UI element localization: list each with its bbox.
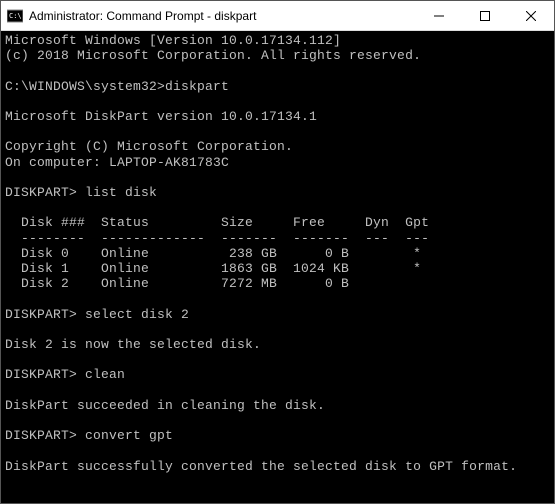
terminal-output[interactable]: Microsoft Windows [Version 10.0.17134.11…	[1, 31, 554, 503]
diskpart-prompt: DISKPART>	[5, 428, 77, 443]
diskpart-prompt: DISKPART>	[5, 367, 77, 382]
disk-row: Disk 1 Online 1863 GB 1024 KB *	[5, 261, 421, 276]
diskpart-prompt: DISKPART>	[5, 307, 77, 322]
disk-row: Disk 2 Online 7272 MB 0 B	[5, 276, 349, 291]
svg-text:C:\: C:\	[9, 12, 22, 20]
msg-convert-gpt: DiskPart successfully converted the sele…	[5, 459, 517, 474]
close-button[interactable]	[508, 1, 554, 30]
disk-table-rule: -------- ------------- ------- ------- -…	[5, 231, 429, 246]
diskpart-copyright: Copyright (C) Microsoft Corporation.	[5, 139, 293, 154]
cmd-select-disk: select disk 2	[85, 307, 189, 322]
os-version-line: Microsoft Windows [Version 10.0.17134.11…	[5, 33, 341, 48]
copyright-line: (c) 2018 Microsoft Corporation. All righ…	[5, 48, 421, 63]
disk-table-header: Disk ### Status Size Free Dyn Gpt	[5, 215, 429, 230]
disk-row: Disk 0 Online 238 GB 0 B *	[5, 246, 421, 261]
window-titlebar: C:\ Administrator: Command Prompt - disk…	[1, 1, 554, 31]
diskpart-computer: On computer: LAPTOP-AK81783C	[5, 155, 229, 170]
window-title: Administrator: Command Prompt - diskpart	[29, 9, 416, 23]
shell-prompt: C:\WINDOWS\system32>	[5, 79, 165, 94]
diskpart-prompt: DISKPART>	[5, 185, 77, 200]
cmd-icon: C:\	[7, 8, 23, 24]
cmd-list-disk: list disk	[85, 185, 157, 200]
diskpart-version: Microsoft DiskPart version 10.0.17134.1	[5, 109, 317, 124]
cmd-diskpart: diskpart	[165, 79, 229, 94]
cmd-clean: clean	[85, 367, 125, 382]
cmd-convert-gpt: convert gpt	[85, 428, 173, 443]
msg-clean: DiskPart succeeded in cleaning the disk.	[5, 398, 325, 413]
msg-select-disk: Disk 2 is now the selected disk.	[5, 337, 261, 352]
window-controls	[416, 1, 554, 30]
minimize-button[interactable]	[416, 1, 462, 30]
maximize-button[interactable]	[462, 1, 508, 30]
